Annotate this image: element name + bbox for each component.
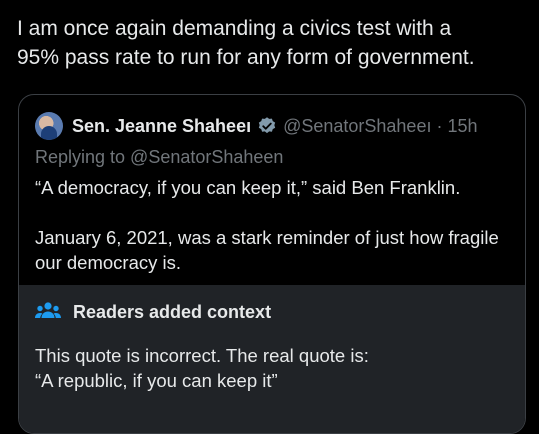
verified-badge-icon [257, 116, 277, 136]
people-icon [35, 301, 61, 323]
quoted-post-header: Sen. Jeanne Shaheeı @SenatorShaheeı · 15… [35, 112, 478, 140]
community-note[interactable]: Readers added context This quote is inco… [19, 285, 525, 433]
post-text: I am once again demanding a civics test … [17, 17, 475, 69]
quoted-post-line: “A democracy, if you can keep it,” said … [35, 177, 461, 198]
separator-dot: · [436, 115, 443, 136]
author-handle[interactable]: @SenatorShaheeı [283, 116, 431, 137]
community-note-title: Readers added context [73, 301, 272, 322]
community-note-header: Readers added context [35, 301, 271, 323]
replying-to[interactable]: Replying to @SenatorShaheen [35, 147, 283, 168]
avatar[interactable] [35, 112, 63, 140]
quoted-post-body: “A democracy, if you can keep it,” said … [35, 175, 515, 300]
community-note-line: “A republic, if you can keep it” [35, 370, 278, 391]
community-note-body: This quote is incorrect. The real quote … [35, 343, 515, 393]
quoted-post[interactable]: Sen. Jeanne Shaheeı @SenatorShaheeı · 15… [18, 94, 526, 434]
author-name[interactable]: Sen. Jeanne Shaheeı [72, 116, 251, 137]
community-note-line: This quote is incorrect. The real quote … [35, 345, 369, 366]
quoted-post-line: January 6, 2021, was a stark reminder of… [35, 227, 499, 273]
post-time[interactable]: 15h [447, 116, 477, 137]
